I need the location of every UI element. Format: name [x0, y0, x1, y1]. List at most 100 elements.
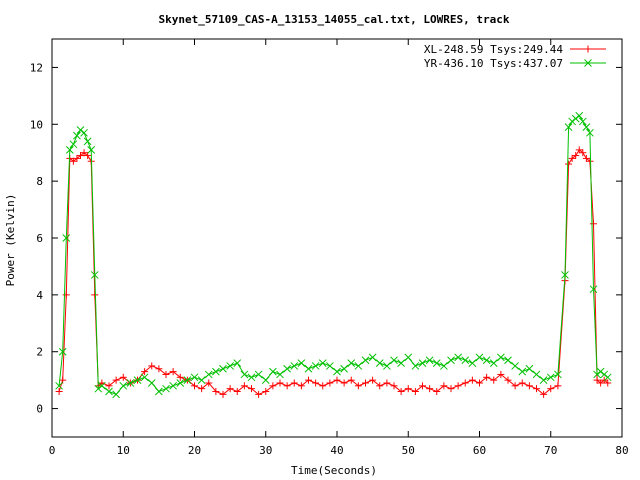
data-point — [340, 364, 348, 373]
series-yr — [55, 111, 612, 399]
axis-ticks: 0 10 20 30 40 50 60 70 80 0 2 4 6 8 10 12 — [30, 39, 629, 457]
y-tick-label: 6 — [36, 232, 43, 245]
x-tick-label: 30 — [259, 444, 272, 457]
data-point — [368, 353, 377, 362]
data-point — [62, 291, 70, 299]
data-point — [219, 364, 227, 373]
data-point — [212, 367, 220, 376]
data-point — [532, 370, 541, 379]
data-point — [112, 390, 120, 399]
data-point — [80, 128, 88, 137]
series-line — [58, 115, 609, 396]
data-point — [525, 364, 534, 373]
data-point — [347, 359, 356, 367]
data-point — [511, 362, 519, 370]
data-point — [461, 379, 469, 387]
data-point — [119, 381, 128, 390]
data-point — [269, 367, 277, 376]
data-point — [404, 385, 412, 393]
data-point — [375, 359, 384, 367]
data-point — [240, 370, 249, 379]
data-point — [565, 160, 573, 168]
data-point — [468, 359, 477, 367]
y-tick-label: 8 — [36, 175, 43, 188]
data-point — [525, 382, 533, 390]
data-point — [475, 353, 484, 362]
data-point — [461, 356, 470, 365]
data-point — [304, 364, 313, 373]
data-point — [283, 364, 291, 373]
y-tick-label: 10 — [30, 118, 43, 131]
data-point — [333, 367, 341, 376]
data-point — [546, 373, 555, 382]
chart: Skynet_57109_CAS-A_13153_14055_cal.txt, … — [4, 13, 629, 477]
data-point — [497, 353, 505, 362]
y-tick-label: 2 — [36, 346, 43, 359]
x-tick-label: 40 — [330, 444, 343, 457]
data-point — [440, 362, 448, 370]
data-point — [333, 376, 341, 384]
data-point — [404, 353, 413, 362]
x-tick-label: 60 — [473, 444, 486, 457]
data-point — [361, 356, 370, 365]
x-tick-label: 50 — [402, 444, 415, 457]
data-point — [190, 373, 199, 382]
data-point — [247, 373, 256, 382]
data-point — [83, 137, 92, 146]
data-point — [233, 359, 242, 367]
data-point — [518, 379, 526, 387]
x-tick-label: 80 — [615, 444, 628, 457]
legend: XL-248.59 Tsys:249.44 YR-436.10 Tsys:437… — [424, 43, 606, 70]
data-point — [489, 359, 498, 367]
data-point — [290, 362, 299, 370]
legend-marker — [584, 45, 592, 53]
x-tick-label: 0 — [49, 444, 56, 457]
legend-label-xl: XL-248.59 Tsys:249.44 — [424, 43, 563, 56]
series-layer — [55, 111, 612, 399]
y-tick-label: 4 — [36, 289, 43, 302]
data-point — [326, 379, 334, 387]
legend-swatch-xl — [570, 45, 606, 53]
data-point — [254, 370, 263, 379]
data-point — [411, 362, 420, 370]
data-point — [383, 379, 391, 387]
data-point — [155, 387, 163, 396]
data-point — [311, 362, 320, 370]
data-point — [418, 359, 427, 367]
data-point — [91, 291, 99, 299]
data-point — [147, 379, 156, 387]
legend-label-yr: YR-436.10 Tsys:437.07 — [424, 57, 563, 70]
data-point — [432, 359, 441, 367]
chart-title: Skynet_57109_CAS-A_13153_14055_cal.txt, … — [159, 13, 510, 26]
y-axis-label: Power (Kelvin) — [4, 194, 17, 287]
y-tick-label: 0 — [36, 403, 43, 416]
x-axis-label: Time(Seconds) — [291, 464, 377, 477]
data-point — [340, 379, 348, 387]
data-point — [283, 382, 291, 390]
data-point — [425, 356, 434, 365]
data-point — [55, 388, 63, 396]
y-tick-label: 12 — [30, 61, 43, 74]
data-point — [518, 367, 527, 376]
data-point — [447, 356, 455, 365]
data-point — [447, 385, 455, 393]
series-xl — [55, 146, 612, 398]
data-point — [326, 362, 334, 370]
data-point — [504, 356, 512, 365]
x-tick-label: 70 — [544, 444, 557, 457]
data-point — [312, 379, 320, 387]
data-point — [204, 370, 213, 379]
data-point — [454, 353, 462, 362]
data-point — [468, 376, 476, 384]
legend-swatch-yr — [570, 59, 606, 67]
data-point — [169, 381, 177, 390]
data-point — [383, 362, 391, 370]
data-point — [261, 376, 270, 384]
data-point — [454, 382, 462, 390]
data-point — [197, 376, 206, 384]
data-point — [290, 379, 298, 387]
x-tick-label: 20 — [188, 444, 201, 457]
data-point — [397, 359, 405, 367]
data-point — [362, 379, 369, 387]
data-point — [276, 379, 284, 387]
